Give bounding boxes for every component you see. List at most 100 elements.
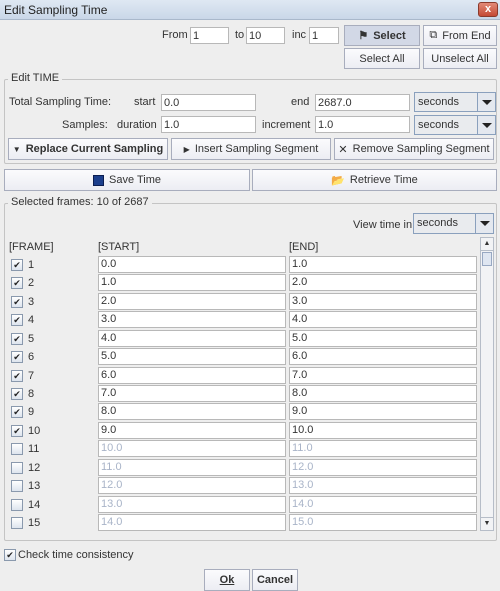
unit-select-1[interactable]: seconds xyxy=(414,92,496,112)
frame-number: 9 xyxy=(28,406,35,419)
scroll-down-icon[interactable]: ▼ xyxy=(481,517,493,530)
frames-legend: Selected frames: 10 of 2687 xyxy=(8,196,152,208)
unit-select-2-value: seconds xyxy=(418,119,459,131)
frame-end-input[interactable]: 9.0 xyxy=(289,403,477,421)
frame-number: 11 xyxy=(28,443,40,456)
from-end-icon: ⧉ xyxy=(429,29,438,41)
frame-end-input[interactable]: 6.0 xyxy=(289,348,477,366)
frame-checkbox[interactable]: ✔ xyxy=(11,369,23,382)
frame-checkbox[interactable] xyxy=(11,461,23,474)
frame-start-input[interactable]: 13.0 xyxy=(98,495,286,513)
frame-checkbox[interactable] xyxy=(11,443,23,456)
frame-start-input[interactable]: 1.0 xyxy=(98,274,286,292)
scrollbar[interactable]: ▲ ▼ xyxy=(480,237,494,531)
scroll-thumb[interactable] xyxy=(482,252,492,266)
to-input[interactable] xyxy=(246,27,285,44)
frame-start-input[interactable]: 11.0 xyxy=(98,458,286,476)
inc-label: inc xyxy=(292,29,307,41)
select-button[interactable]: ⚑ Select xyxy=(344,25,420,46)
frame-checkbox[interactable]: ✔ xyxy=(11,406,23,419)
frame-start-input[interactable]: 12.0 xyxy=(98,477,286,495)
select-all-button[interactable]: Select All xyxy=(344,48,420,69)
frame-checkbox[interactable]: ✔ xyxy=(11,332,23,345)
frame-number: 4 xyxy=(28,314,35,327)
increment-input[interactable] xyxy=(315,116,410,133)
unit-select-2[interactable]: seconds xyxy=(414,115,496,135)
frame-number: 10 xyxy=(28,424,41,437)
frame-checkbox[interactable]: ✔ xyxy=(11,388,23,400)
edit-time-legend: Edit TIME xyxy=(8,72,63,84)
frame-start-input[interactable]: 4.0 xyxy=(98,329,286,347)
frame-checkbox[interactable]: ✔ xyxy=(11,351,23,364)
replace-sampling-button[interactable]: ▼ Replace Current Sampling xyxy=(8,138,168,160)
cancel-button[interactable]: Cancel xyxy=(252,569,298,591)
end-input[interactable] xyxy=(315,94,410,111)
chevron-down-icon xyxy=(477,116,495,134)
frame-end-input[interactable]: 11.0 xyxy=(289,440,477,458)
select-icon: ⚑ xyxy=(358,30,369,42)
to-label: to xyxy=(235,29,245,41)
frame-start-input[interactable]: 7.0 xyxy=(98,385,286,402)
frame-checkbox[interactable] xyxy=(11,498,23,511)
unselect-all-button[interactable]: Unselect All xyxy=(423,48,497,69)
start-input[interactable] xyxy=(161,94,256,111)
frame-start-input[interactable]: 3.0 xyxy=(98,311,286,329)
frame-number: 3 xyxy=(28,295,35,308)
samples-label: Samples: xyxy=(62,119,108,131)
from-end-button[interactable]: ⧉ From End xyxy=(423,25,497,46)
window-title: Edit Sampling Time xyxy=(4,3,108,17)
frame-start-input[interactable]: 0.0 xyxy=(98,256,286,273)
save-time-button[interactable]: Save Time xyxy=(4,169,250,191)
frame-number: 6 xyxy=(28,351,35,364)
frame-checkbox[interactable]: ✔ xyxy=(11,259,23,271)
retrieve-time-label: Retrieve Time xyxy=(349,174,418,186)
save-time-label: Save Time xyxy=(109,174,161,186)
frame-end-input[interactable]: 15.0 xyxy=(289,514,477,532)
frame-end-input[interactable]: 2.0 xyxy=(289,274,477,292)
duration-input[interactable] xyxy=(161,116,256,133)
scroll-up-icon[interactable]: ▲ xyxy=(481,238,493,251)
col-end-header: [END] xyxy=(289,241,319,253)
frame-checkbox[interactable] xyxy=(11,480,23,493)
ok-button[interactable]: Ok xyxy=(204,569,250,591)
insert-segment-button[interactable]: ▶ Insert Sampling Segment xyxy=(171,138,331,160)
frame-end-input[interactable]: 3.0 xyxy=(289,292,477,310)
end-label: end xyxy=(291,96,310,108)
frame-end-input[interactable]: 8.0 xyxy=(289,385,477,402)
remove-segment-label: Remove Sampling Segment xyxy=(352,143,490,155)
close-button[interactable]: x xyxy=(478,2,498,17)
remove-segment-button[interactable]: ✕ Remove Sampling Segment xyxy=(334,138,494,160)
frame-checkbox[interactable]: ✔ xyxy=(11,314,23,327)
chevron-down-icon xyxy=(475,214,493,233)
frame-checkbox[interactable] xyxy=(11,517,23,530)
frame-number: 12 xyxy=(28,461,41,474)
folder-open-icon: 📂 xyxy=(331,174,345,187)
frame-number: 13 xyxy=(28,480,41,493)
retrieve-time-button[interactable]: 📂 Retrieve Time xyxy=(252,169,497,191)
frame-start-input[interactable]: 10.0 xyxy=(98,440,286,458)
frame-end-input[interactable]: 7.0 xyxy=(289,366,477,384)
inc-input[interactable] xyxy=(309,27,339,44)
select-button-label: Select xyxy=(373,29,406,42)
frame-start-input[interactable]: 8.0 xyxy=(98,403,286,421)
frame-start-input[interactable]: 2.0 xyxy=(98,292,286,310)
frame-end-input[interactable]: 4.0 xyxy=(289,311,477,329)
frame-end-input[interactable]: 1.0 xyxy=(289,256,477,273)
frame-start-input[interactable]: 14.0 xyxy=(98,514,286,532)
frame-checkbox[interactable]: ✔ xyxy=(11,295,23,308)
frame-number: 1 xyxy=(28,259,35,271)
frame-checkbox[interactable]: ✔ xyxy=(11,424,23,437)
frame-start-input[interactable]: 9.0 xyxy=(98,421,286,439)
frame-checkbox[interactable]: ✔ xyxy=(11,277,23,290)
from-input[interactable] xyxy=(190,27,229,44)
view-unit-select[interactable]: seconds xyxy=(413,213,494,234)
frame-end-input[interactable]: 14.0 xyxy=(289,495,477,513)
frame-end-input[interactable]: 12.0 xyxy=(289,458,477,476)
frame-end-input[interactable]: 5.0 xyxy=(289,329,477,347)
check-consistency-checkbox[interactable]: ✔ xyxy=(4,549,16,561)
frame-end-input[interactable]: 10.0 xyxy=(289,421,477,439)
frame-start-input[interactable]: 6.0 xyxy=(98,366,286,384)
insert-segment-label: Insert Sampling Segment xyxy=(194,143,319,155)
frame-start-input[interactable]: 5.0 xyxy=(98,348,286,366)
frame-end-input[interactable]: 13.0 xyxy=(289,477,477,495)
